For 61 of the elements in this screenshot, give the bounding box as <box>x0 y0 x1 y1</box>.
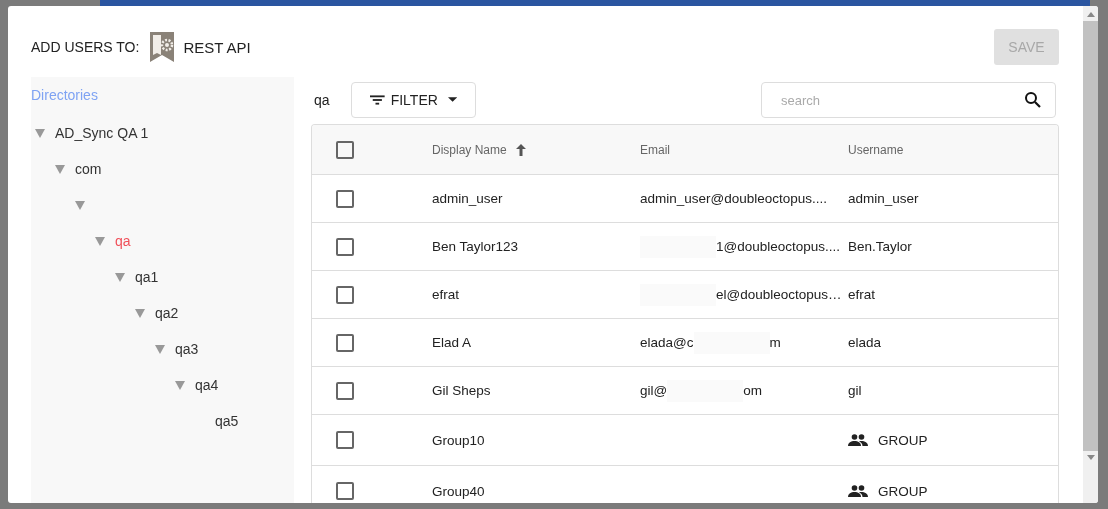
current-directory: qa <box>313 92 331 108</box>
row-checkbox[interactable] <box>336 237 354 256</box>
tree-item[interactable]: qa3 <box>175 341 199 357</box>
filter-button[interactable]: FILTER <box>351 82 476 118</box>
email-text: m <box>769 335 781 350</box>
email-text: 1@doubleoctopus.... <box>716 239 841 254</box>
username: GROUP <box>878 432 928 448</box>
sort-arrow-icon[interactable] <box>514 142 527 157</box>
email-text: el@doubleoctopus… <box>716 287 842 302</box>
row-checkbox[interactable] <box>336 431 354 449</box>
expand-caret-icon[interactable] <box>115 272 125 282</box>
expand-caret-icon[interactable] <box>75 200 85 210</box>
email-text: admin_user@doubleoctopus.... <box>640 191 828 206</box>
display-name: Group10 <box>432 432 485 448</box>
dialog-heading: ADD USERS TO: <box>31 39 140 55</box>
row-checkbox[interactable] <box>336 482 354 500</box>
ribbon-gear-icon <box>149 31 176 63</box>
expand-caret-icon[interactable] <box>35 128 45 138</box>
tree-item[interactable]: qa4 <box>195 377 219 393</box>
display-name: efrat <box>432 287 459 302</box>
row-checkbox[interactable] <box>336 381 354 400</box>
app-name: REST API <box>183 38 251 56</box>
username: admin_user <box>848 191 919 206</box>
display-name: Gil Sheps <box>432 383 491 398</box>
username: elada <box>848 335 882 350</box>
email-text: gil@ <box>640 383 668 398</box>
display-name: Ben Taylor123 <box>432 239 519 254</box>
expand-caret-icon[interactable] <box>135 308 145 318</box>
tree-item[interactable]: AD_Sync QA 1 <box>55 125 149 141</box>
username: Ben.Taylor <box>848 239 912 254</box>
username: GROUP <box>878 483 928 499</box>
tree-item[interactable]: qa2 <box>155 305 179 321</box>
row-checkbox[interactable] <box>336 285 354 304</box>
scroll-down-arrow-icon[interactable] <box>1086 455 1095 460</box>
username: efrat <box>848 287 875 302</box>
display-name: Elad A <box>432 335 472 350</box>
expand-caret-icon[interactable] <box>55 164 65 174</box>
filter-icon <box>370 94 385 106</box>
scrollbar[interactable] <box>1083 6 1098 503</box>
select-all-checkbox[interactable] <box>336 140 354 159</box>
email-text: elada@c <box>640 335 694 350</box>
email-text: om <box>743 383 762 398</box>
row-checkbox[interactable] <box>336 333 354 352</box>
username: gil <box>848 383 862 398</box>
tree-item[interactable]: qa1 <box>135 269 159 285</box>
tree-item[interactable]: com <box>75 161 102 177</box>
expand-caret-icon[interactable] <box>95 236 105 246</box>
search-field[interactable]: search <box>761 82 1056 118</box>
search-icon <box>1024 91 1042 109</box>
display-name: Group40 <box>432 483 485 499</box>
panel-title: Directories <box>31 87 99 105</box>
caret-icon <box>447 97 457 103</box>
display-name: admin_user <box>432 191 503 206</box>
column-header[interactable]: Email <box>640 142 670 157</box>
column-header[interactable]: Display Name <box>432 142 507 157</box>
expand-caret-icon[interactable] <box>175 380 185 390</box>
scroll-up-arrow-icon[interactable] <box>1086 12 1095 17</box>
column-header[interactable]: Username <box>848 142 904 157</box>
tree-item[interactable]: qa5 <box>215 413 239 429</box>
row-checkbox[interactable] <box>336 189 354 208</box>
expand-caret-icon[interactable] <box>155 344 165 354</box>
